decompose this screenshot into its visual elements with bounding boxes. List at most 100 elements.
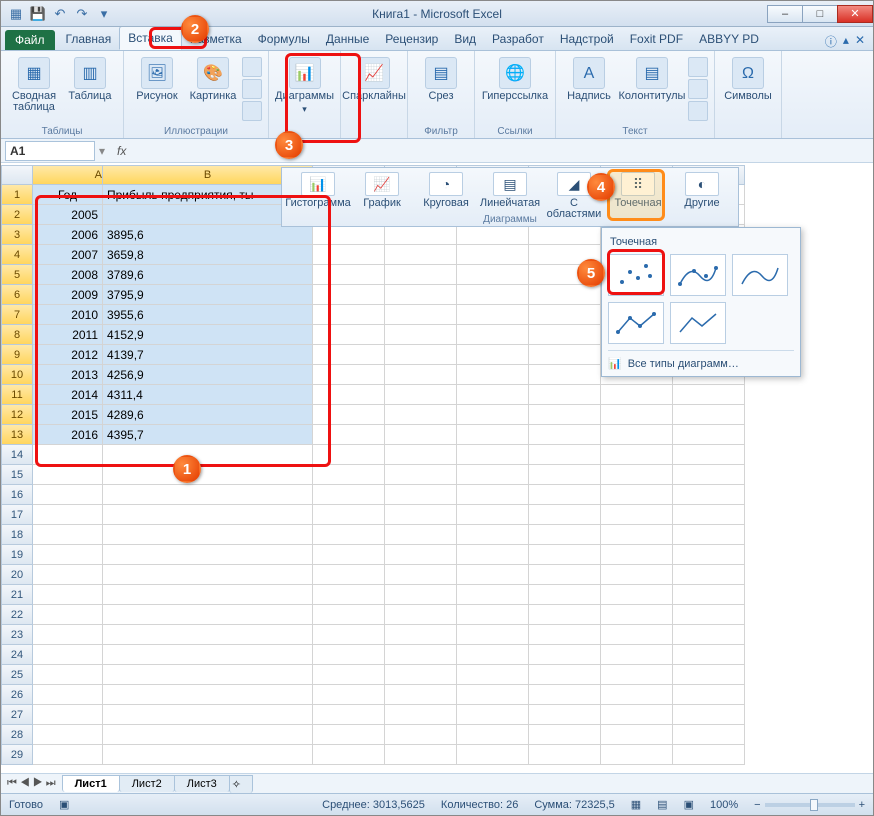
cell-C20[interactable] xyxy=(313,565,385,585)
cell-E24[interactable] xyxy=(457,645,529,665)
undo-icon[interactable]: ↶ xyxy=(51,5,69,23)
cell-H12[interactable] xyxy=(673,405,745,425)
cell-B27[interactable] xyxy=(103,705,313,725)
cell-G11[interactable] xyxy=(601,385,673,405)
cell-D8[interactable] xyxy=(385,325,457,345)
cell-F21[interactable] xyxy=(529,585,601,605)
zoom-out-icon[interactable]: − xyxy=(754,799,760,811)
cell-F16[interactable] xyxy=(529,485,601,505)
cell-F22[interactable] xyxy=(529,605,601,625)
cell-D18[interactable] xyxy=(385,525,457,545)
cell-F11[interactable] xyxy=(529,385,601,405)
row-header-16[interactable]: 16 xyxy=(1,485,33,505)
cell-G18[interactable] xyxy=(601,525,673,545)
cell-D28[interactable] xyxy=(385,725,457,745)
cell-D29[interactable] xyxy=(385,745,457,765)
cell-E17[interactable] xyxy=(457,505,529,525)
redo-icon[interactable]: ↷ xyxy=(73,5,91,23)
cell-D3[interactable] xyxy=(385,225,457,245)
cell-H11[interactable] xyxy=(673,385,745,405)
chart-column-button[interactable]: 📊Гистограмма xyxy=(286,170,350,209)
cell-A27[interactable] xyxy=(33,705,103,725)
cell-D10[interactable] xyxy=(385,365,457,385)
row-header-24[interactable]: 24 xyxy=(1,645,33,665)
tab-abbyy[interactable]: ABBYY PD xyxy=(691,28,767,50)
cell-A17[interactable] xyxy=(33,505,103,525)
cell-A12[interactable]: 2015 xyxy=(33,405,103,425)
cell-C26[interactable] xyxy=(313,685,385,705)
cell-D19[interactable] xyxy=(385,545,457,565)
cell-C28[interactable] xyxy=(313,725,385,745)
symbols-button[interactable]: ΩСимволы xyxy=(721,53,775,102)
cell-B22[interactable] xyxy=(103,605,313,625)
row-header-5[interactable]: 5 xyxy=(1,265,33,285)
screenshot-button[interactable] xyxy=(242,101,262,121)
tab-view[interactable]: Вид xyxy=(446,28,484,50)
cell-A26[interactable] xyxy=(33,685,103,705)
zoom-in-icon[interactable]: + xyxy=(859,799,865,811)
cell-A1[interactable]: Год xyxy=(33,185,103,205)
cell-B20[interactable] xyxy=(103,565,313,585)
cell-C13[interactable] xyxy=(313,425,385,445)
cell-C27[interactable] xyxy=(313,705,385,725)
table-button[interactable]: ▥Таблица xyxy=(63,53,117,102)
cell-D24[interactable] xyxy=(385,645,457,665)
cell-D17[interactable] xyxy=(385,505,457,525)
sparklines-button[interactable]: 📈Спарклайны xyxy=(347,53,401,102)
cell-E28[interactable] xyxy=(457,725,529,745)
cell-F27[interactable] xyxy=(529,705,601,725)
cell-G19[interactable] xyxy=(601,545,673,565)
cell-D20[interactable] xyxy=(385,565,457,585)
cell-D22[interactable] xyxy=(385,605,457,625)
cell-F10[interactable] xyxy=(529,365,601,385)
cell-A24[interactable] xyxy=(33,645,103,665)
cell-B15[interactable] xyxy=(103,465,313,485)
cell-B23[interactable] xyxy=(103,625,313,645)
cell-B3[interactable]: 3895,6 xyxy=(103,225,313,245)
cell-B8[interactable]: 4152,9 xyxy=(103,325,313,345)
cell-B25[interactable] xyxy=(103,665,313,685)
cell-D16[interactable] xyxy=(385,485,457,505)
cell-F9[interactable] xyxy=(529,345,601,365)
cell-C17[interactable] xyxy=(313,505,385,525)
cell-C11[interactable] xyxy=(313,385,385,405)
cell-H15[interactable] xyxy=(673,465,745,485)
cell-C15[interactable] xyxy=(313,465,385,485)
cell-E22[interactable] xyxy=(457,605,529,625)
cell-A18[interactable] xyxy=(33,525,103,545)
chart-pie-button[interactable]: ◔Круговая xyxy=(414,170,478,209)
cell-B16[interactable] xyxy=(103,485,313,505)
row-header-23[interactable]: 23 xyxy=(1,625,33,645)
sheet-nav[interactable]: ⏮ ◀ ▶ ⏭ xyxy=(1,777,62,790)
cell-G15[interactable] xyxy=(601,465,673,485)
col-header-A[interactable]: A xyxy=(33,165,103,185)
cell-H17[interactable] xyxy=(673,505,745,525)
cell-C19[interactable] xyxy=(313,545,385,565)
cell-F20[interactable] xyxy=(529,565,601,585)
cell-E15[interactable] xyxy=(457,465,529,485)
cell-A4[interactable]: 2007 xyxy=(33,245,103,265)
cell-A10[interactable]: 2013 xyxy=(33,365,103,385)
cell-G14[interactable] xyxy=(601,445,673,465)
slicer-button[interactable]: ▤Срез xyxy=(414,53,468,102)
cell-G21[interactable] xyxy=(601,585,673,605)
cell-F23[interactable] xyxy=(529,625,601,645)
cell-D14[interactable] xyxy=(385,445,457,465)
cell-H21[interactable] xyxy=(673,585,745,605)
cell-B24[interactable] xyxy=(103,645,313,665)
cell-C22[interactable] xyxy=(313,605,385,625)
doc-close-icon[interactable]: ✕ xyxy=(855,33,865,50)
chart-other-button[interactable]: ◐Другие xyxy=(670,170,734,209)
row-header-3[interactable]: 3 xyxy=(1,225,33,245)
cell-E23[interactable] xyxy=(457,625,529,645)
cell-B29[interactable] xyxy=(103,745,313,765)
row-header-22[interactable]: 22 xyxy=(1,605,33,625)
headerfooter-button[interactable]: ▤Колонтитулы xyxy=(618,53,686,102)
row-header-13[interactable]: 13 xyxy=(1,425,33,445)
cell-A11[interactable]: 2014 xyxy=(33,385,103,405)
cell-F25[interactable] xyxy=(529,665,601,685)
cell-C5[interactable] xyxy=(313,265,385,285)
cell-C3[interactable] xyxy=(313,225,385,245)
cell-C10[interactable] xyxy=(313,365,385,385)
cell-B5[interactable]: 3789,6 xyxy=(103,265,313,285)
